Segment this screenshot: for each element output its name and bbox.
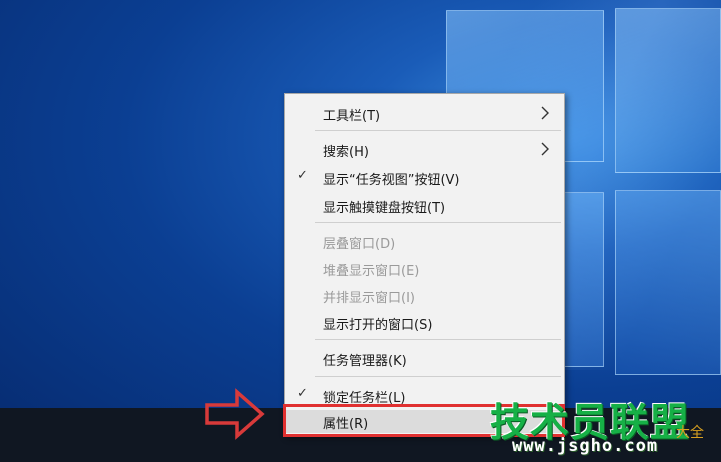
menu-item-label: 显示触摸键盘按钮(T) (323, 201, 446, 216)
menu-item-show-task-view-button[interactable]: ✓ 显示“任务视图”按钮(V) (285, 166, 564, 189)
menu-item-label: 堆叠显示窗口(E) (323, 264, 420, 279)
menu-item-cascade-windows: 层叠窗口(D) (285, 230, 564, 253)
menu-item-lock-taskbar[interactable]: ✓ 锁定任务栏(L) (285, 384, 564, 407)
menu-item-properties[interactable]: 属性(R) (285, 410, 564, 433)
menu-item-show-touch-keyboard-button[interactable]: 显示触摸键盘按钮(T) (285, 194, 564, 217)
menu-item-label: 任务管理器(K) (323, 354, 407, 369)
chevron-right-icon (538, 104, 552, 122)
windows-logo-pane-top-right (615, 8, 721, 173)
menu-item-task-manager[interactable]: 任务管理器(K) (285, 347, 564, 370)
menu-item-side-by-side-windows: 并排显示窗口(I) (285, 284, 564, 307)
menu-separator (315, 339, 561, 340)
check-icon: ✓ (297, 168, 308, 183)
menu-item-label: 工具栏(T) (323, 109, 381, 124)
pointer-arrow-icon (205, 388, 265, 440)
chevron-right-icon (538, 140, 552, 158)
menu-item-label: 锁定任务栏(L) (323, 391, 406, 406)
windows-logo-pane-bottom-right (615, 190, 721, 375)
menu-separator (315, 376, 561, 377)
menu-separator (315, 222, 561, 223)
menu-item-label: 显示“任务视图”按钮(V) (323, 173, 460, 188)
menu-item-search[interactable]: 搜索(H) (285, 138, 564, 161)
menu-separator (315, 130, 561, 131)
taskbar-context-menu: 工具栏(T) 搜索(H) ✓ 显示“任务视图”按钮(V) 显示触摸键盘按钮(T)… (284, 93, 565, 436)
menu-item-toolbars[interactable]: 工具栏(T) (285, 102, 564, 125)
menu-item-label: 并排显示窗口(I) (323, 291, 415, 306)
menu-item-label: 层叠窗口(D) (323, 237, 396, 252)
check-icon: ✓ (297, 386, 308, 401)
menu-item-label: 搜索(H) (323, 145, 369, 160)
menu-item-label: 显示打开的窗口(S) (323, 318, 433, 333)
menu-item-show-desktop[interactable]: 显示打开的窗口(S) (285, 311, 564, 334)
menu-item-label: 属性(R) (323, 417, 369, 432)
menu-item-stack-windows: 堆叠显示窗口(E) (285, 257, 564, 280)
